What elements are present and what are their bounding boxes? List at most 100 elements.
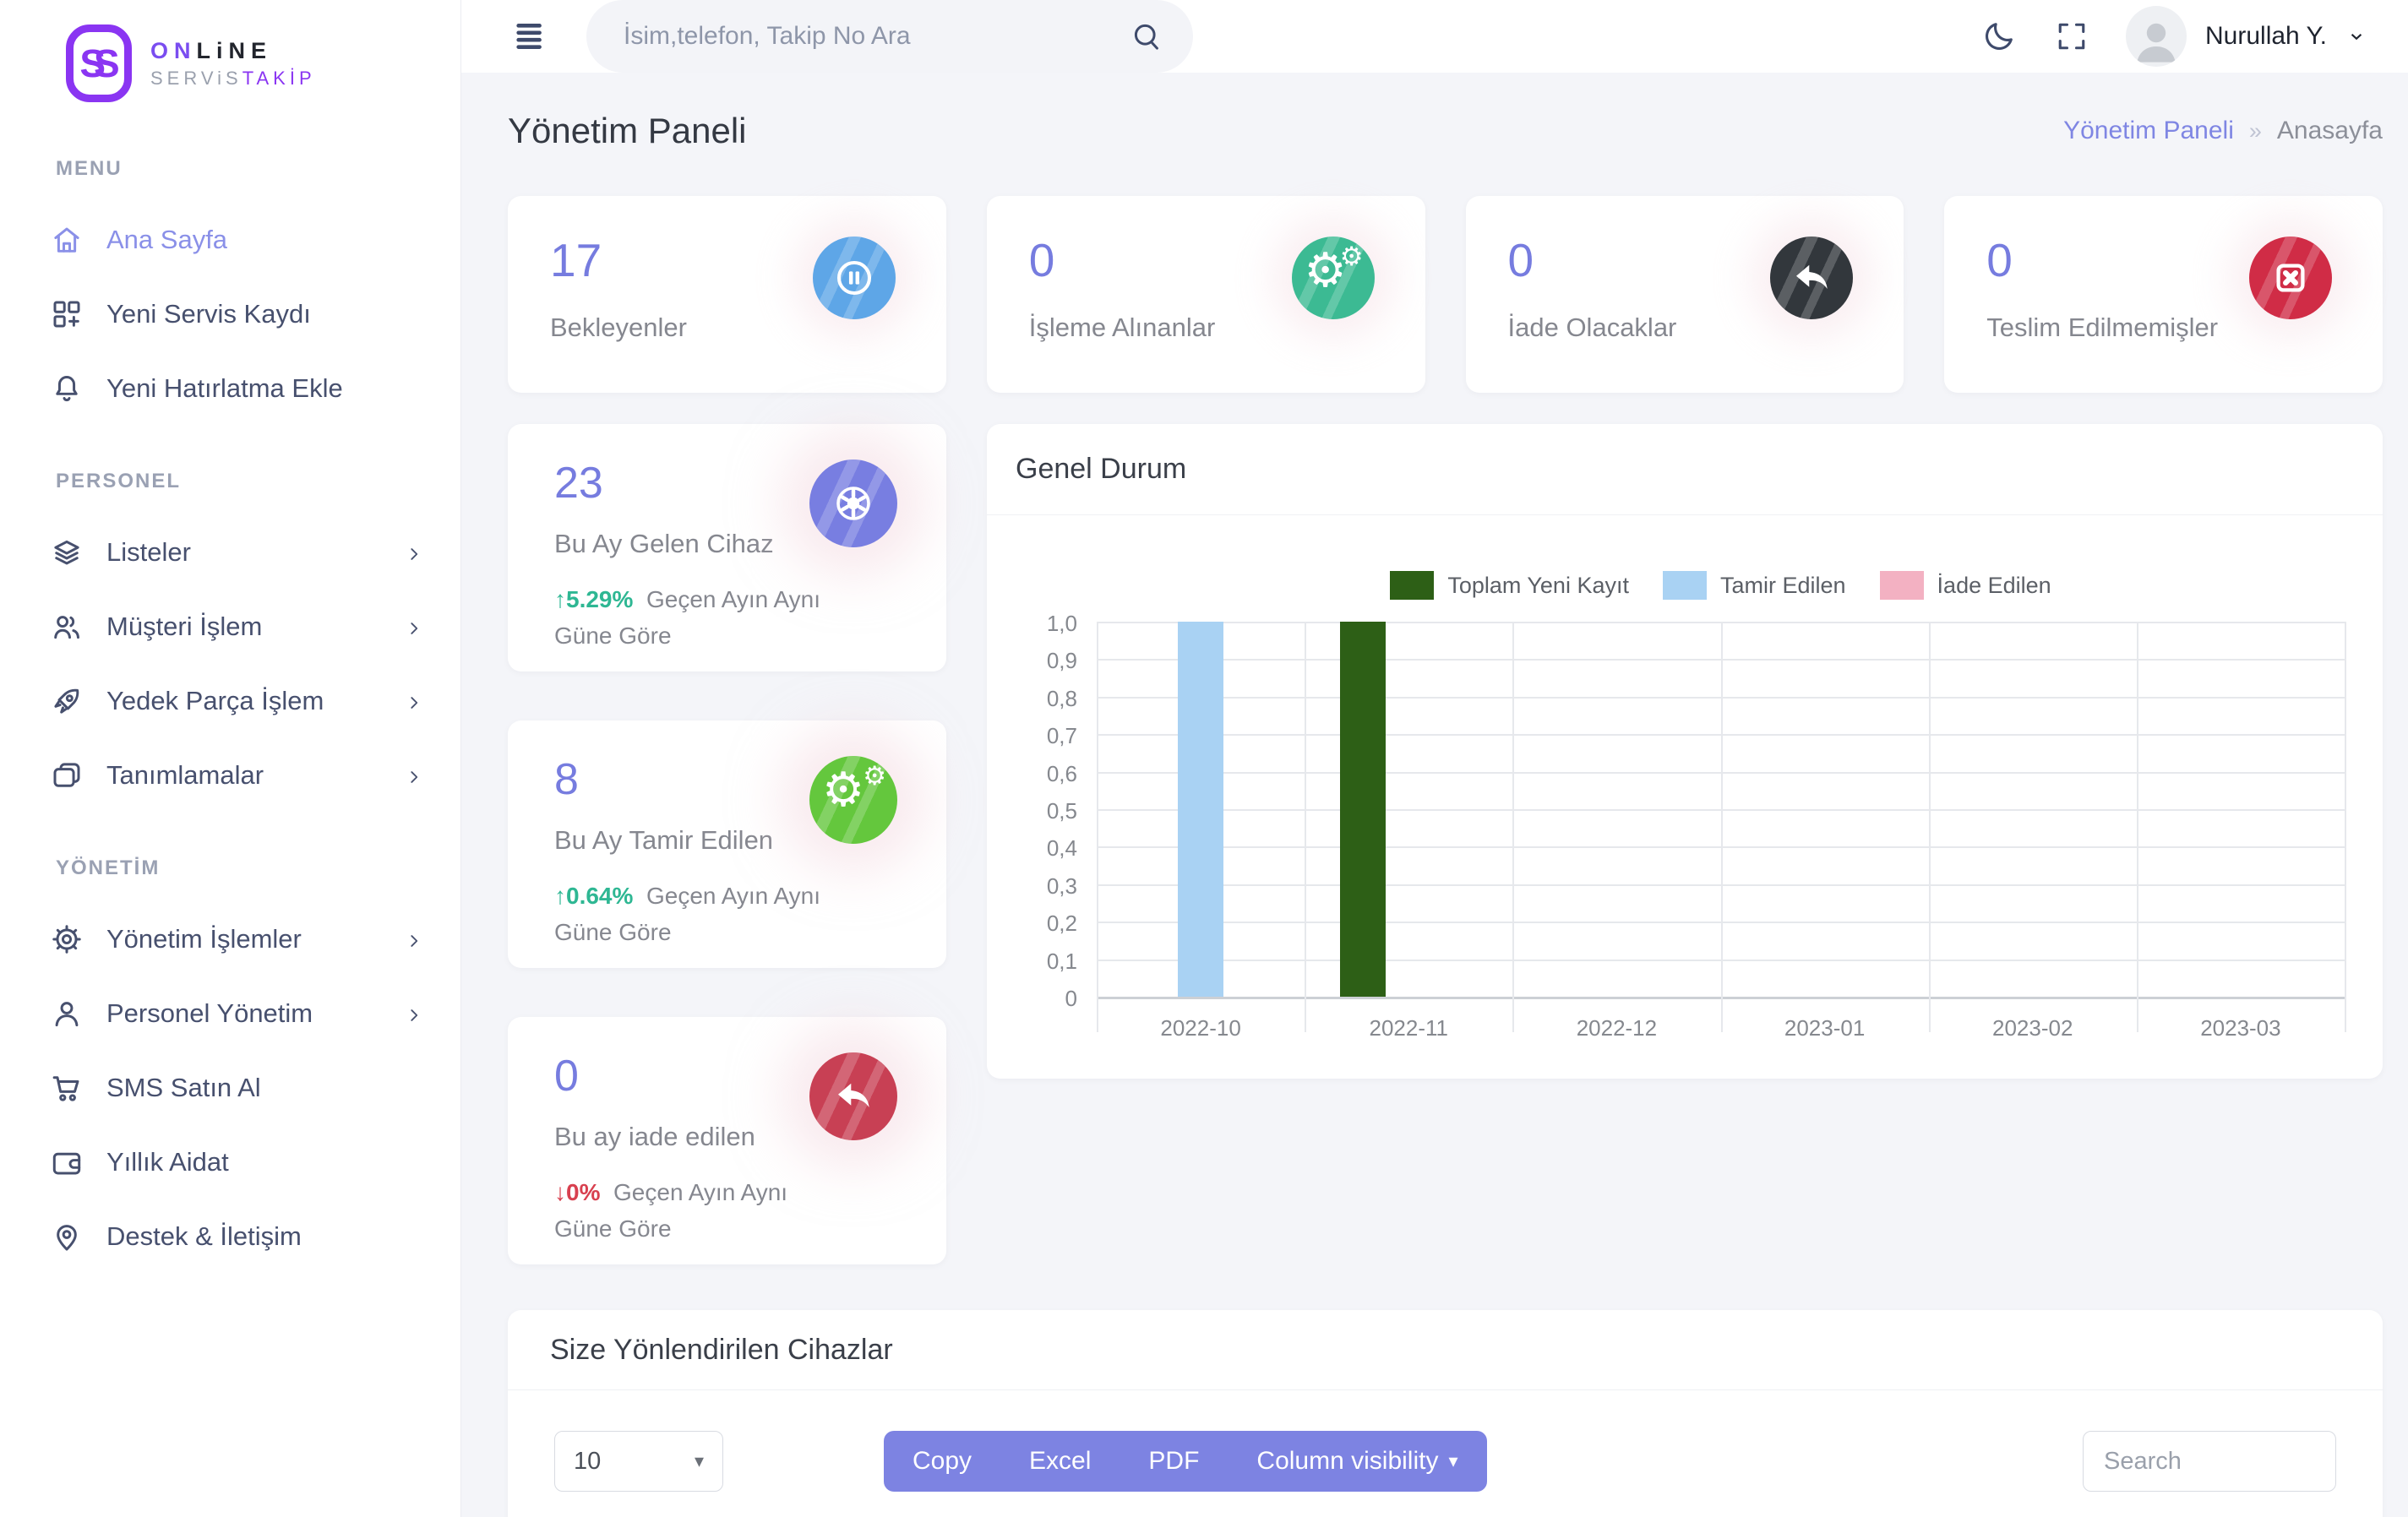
gear-icon xyxy=(49,922,84,957)
page-size-select[interactable]: 10 ▾ xyxy=(554,1431,723,1492)
home-icon xyxy=(49,222,84,258)
search-input[interactable] xyxy=(624,22,1129,51)
sidebar-item-label: Yönetim İşlemler xyxy=(106,924,302,954)
gridline-vertical xyxy=(1512,622,1514,1032)
x-axis-label: 2023-01 xyxy=(1721,1015,1929,1041)
y-axis-label: 0,4 xyxy=(1016,835,1077,862)
gridline-vertical xyxy=(1721,622,1723,1032)
sidebar-item-ana-sayfa[interactable]: Ana Sayfa xyxy=(49,203,425,277)
chevron-right-icon xyxy=(403,1003,425,1025)
user-icon xyxy=(49,996,84,1031)
x-axis-label: 2023-02 xyxy=(1929,1015,2137,1041)
sidebar-item-label: Yeni Servis Kaydı xyxy=(106,299,311,329)
table-search-input[interactable] xyxy=(2083,1431,2336,1492)
export-button-excel[interactable]: Excel xyxy=(1000,1431,1120,1492)
bell-icon xyxy=(49,371,84,406)
breadcrumb-link[interactable]: Yönetim Paneli xyxy=(2063,117,2234,145)
button-label: Copy xyxy=(913,1447,972,1476)
sidebar-section-label: YÖNETİM xyxy=(56,856,425,880)
sidebar-item-yeni-servis-kayd-[interactable]: Yeni Servis Kaydı xyxy=(49,277,425,351)
export-button-group: Copy Excel PDF Column visibility▾ xyxy=(884,1431,1487,1492)
cart-icon xyxy=(49,1070,84,1106)
breadcrumb-current: Anasayfa xyxy=(2277,117,2383,145)
page-title: Yönetim Paneli xyxy=(508,111,747,151)
rocket-icon xyxy=(49,683,84,719)
sidebar-item-label: Personel Yönetim xyxy=(106,998,313,1029)
sidebar-item-label: Listeler xyxy=(106,537,191,568)
logo[interactable]: SS ONLiNE SERViSTAKİP xyxy=(0,0,460,127)
legend-item[interactable]: Tamir Edilen xyxy=(1663,571,1846,600)
sidebar-item-listeler[interactable]: Listeler xyxy=(49,515,425,590)
sidebar-item-personel-y-netim[interactable]: Personel Yönetim xyxy=(49,976,425,1051)
y-axis-label: 0,6 xyxy=(1016,761,1077,787)
sidebar-section-label: PERSONEL xyxy=(56,470,425,493)
export-button-column-visibility[interactable]: Column visibility▾ xyxy=(1228,1431,1486,1492)
stats-row: 17Bekleyenler0İşleme Alınanlar⚙⚙0İade Ol… xyxy=(508,196,2383,393)
y-axis-label: 0,9 xyxy=(1016,648,1077,674)
undo-arrow-icon xyxy=(1770,237,1853,319)
x-axis-label: 2022-10 xyxy=(1097,1015,1305,1041)
breadcrumb: Yönetim Paneli » Anasayfa xyxy=(2063,117,2383,145)
chevron-right-icon xyxy=(403,690,425,712)
export-button-copy[interactable]: Copy xyxy=(884,1431,1000,1492)
sidebar: SS ONLiNE SERViSTAKİP MENU Ana Sayfa Yeni … xyxy=(0,0,461,1517)
sidebar-item-y-netim-i-lemler[interactable]: Yönetim İşlemler xyxy=(49,902,425,976)
legend-item[interactable]: İade Edilen xyxy=(1880,571,2051,600)
gridline-vertical xyxy=(2137,622,2138,1032)
button-label: Excel xyxy=(1029,1447,1091,1476)
sidebar-item-label: Yedek Parça İşlem xyxy=(106,686,324,716)
y-axis-label: 1,0 xyxy=(1016,611,1077,637)
sidebar-item-destek-i-leti-im[interactable]: Destek & İletişim xyxy=(49,1199,425,1274)
logo-mark-icon: SS xyxy=(66,24,132,102)
topbar: Nurullah Y. xyxy=(461,0,2408,73)
mini-stat-card: 0Bu ay iade edilen↓0% Geçen Ayın Aynı Gü… xyxy=(508,1017,946,1264)
trend-down-icon: ↓ xyxy=(554,1179,566,1205)
table-search xyxy=(2083,1431,2336,1492)
sidebar-section-label: MENU xyxy=(56,157,425,181)
undo-arrow-icon xyxy=(809,1052,897,1140)
dark-mode-moon-icon[interactable] xyxy=(1980,18,2018,55)
x-square-icon xyxy=(2249,237,2332,319)
mini-stat-card: 23Bu Ay Gelen Cihaz↑5.29% Geçen Ayın Ayn… xyxy=(508,424,946,672)
app: SS ONLiNE SERViSTAKİP MENU Ana Sayfa Yeni … xyxy=(0,0,2408,1517)
search-icon[interactable] xyxy=(1129,19,1164,54)
button-label: PDF xyxy=(1148,1447,1199,1476)
chart-region: 00,10,20,30,40,50,60,70,80,91,0 2022-102… xyxy=(1016,622,2345,1061)
export-button-pdf[interactable]: PDF xyxy=(1120,1431,1228,1492)
sidebar-item-tan-mlamalar[interactable]: Tanımlamalar xyxy=(49,738,425,813)
chart-bar xyxy=(1340,622,1386,997)
sidebar-item-m-teri-i-lem[interactable]: Müşteri İşlem xyxy=(49,590,425,664)
gears-icon: ⚙⚙ xyxy=(809,756,897,844)
x-axis-label: 2022-12 xyxy=(1512,1015,1720,1041)
page-size-value: 10 xyxy=(574,1448,601,1476)
sidebar-item-label: Müşteri İşlem xyxy=(106,612,262,642)
mini-stat-delta: ↓0% Geçen Ayın Aynı Güne Göre xyxy=(554,1174,833,1248)
sidebar-item-yeni-hat-rlatma-ekle[interactable]: Yeni Hatırlatma Ekle xyxy=(49,351,425,426)
sidebar-item-yedek-par-a-i-lem[interactable]: Yedek Parça İşlem xyxy=(49,664,425,738)
sidebar-nav: MENU Ana Sayfa Yeni Servis Kaydı Yeni Hatır… xyxy=(0,127,460,1274)
stat-card: 0İşleme Alınanlar⚙⚙ xyxy=(987,196,1425,393)
y-axis-label: 0,7 xyxy=(1016,723,1077,749)
chevron-right-icon xyxy=(403,764,425,786)
legend-item[interactable]: Toplam Yeni Kayıt xyxy=(1390,571,1629,600)
sidebar-item-sms-sat-n-al[interactable]: SMS Satın Al xyxy=(49,1051,425,1125)
pin-icon xyxy=(49,1219,84,1254)
y-axis-label: 0 xyxy=(1016,986,1077,1012)
chevron-down-icon xyxy=(2345,25,2367,47)
mini-stat-delta: ↑0.64% Geçen Ayın Aynı Güne Göre xyxy=(554,878,833,951)
user-menu[interactable]: Nurullah Y. xyxy=(2126,6,2367,67)
chart-legend: Toplam Yeni Kayıt Tamir Edilen İade Edilen xyxy=(1097,571,2345,600)
trend-up-icon: ↑ xyxy=(554,883,566,909)
content: Yönetim Paneli Yönetim Paneli » Anasayfa… xyxy=(461,73,2408,1517)
stat-card: 0Teslim Edilmemişler xyxy=(1944,196,2383,393)
table-controls: 10 ▾ Copy Excel PDF Column visibility▾ xyxy=(508,1390,2383,1492)
grid-plus-icon xyxy=(49,296,84,332)
fullscreen-icon[interactable] xyxy=(2053,18,2090,55)
layers-icon xyxy=(49,535,84,570)
caret-down-icon: ▾ xyxy=(1448,1450,1457,1472)
stat-card: 0İade Olacaklar xyxy=(1466,196,1904,393)
delta-percent: 0% xyxy=(566,1179,600,1205)
hamburger-menu-icon[interactable] xyxy=(512,17,551,56)
sidebar-item-y-ll-k-aidat[interactable]: Yıllık Aidat xyxy=(49,1125,425,1199)
y-axis-label: 0,8 xyxy=(1016,686,1077,712)
